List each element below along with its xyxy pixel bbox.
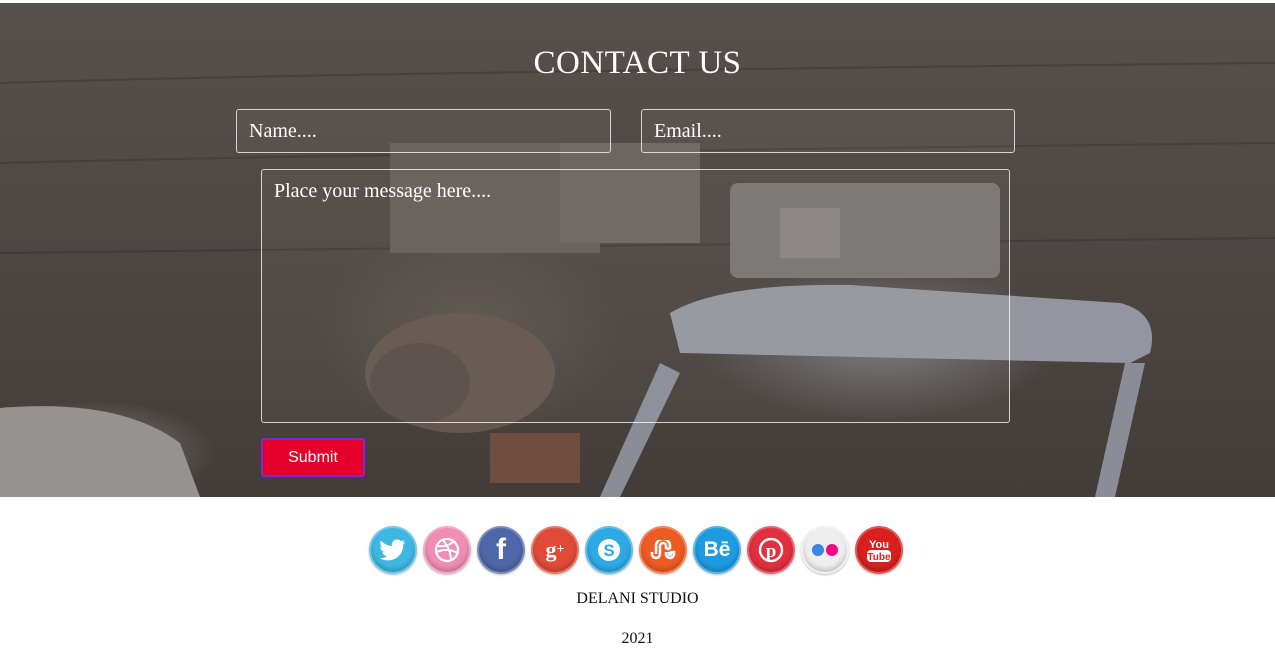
flickr-icon[interactable] [801, 526, 849, 574]
name-field[interactable] [236, 109, 611, 153]
svg-text:p: p [766, 541, 777, 562]
contact-section: CONTACT US Submit [0, 3, 1275, 497]
twitter-icon[interactable] [369, 526, 417, 574]
stumbleupon-icon[interactable] [639, 526, 687, 574]
dribbble-icon[interactable] [423, 526, 471, 574]
submit-button[interactable]: Submit [261, 438, 365, 477]
pinterest-icon[interactable]: p [747, 526, 795, 574]
svg-text:S: S [603, 541, 614, 560]
message-field[interactable] [261, 169, 1010, 423]
youtube-icon[interactable]: You Tube [855, 526, 903, 574]
svg-text:Tube: Tube [867, 552, 891, 563]
google-plus-icon[interactable]: g + [531, 526, 579, 574]
skype-icon[interactable]: S [585, 526, 633, 574]
svg-text:You: You [869, 539, 889, 551]
page-title: CONTACT US [533, 45, 742, 81]
copyright-year: 2021 [621, 630, 654, 647]
email-field[interactable] [641, 109, 1015, 153]
social-links: f g + S Bē p You Tube [369, 526, 903, 574]
facebook-icon[interactable]: f [477, 526, 525, 574]
behance-icon[interactable]: Bē [693, 526, 741, 574]
footer: f g + S Bē p You Tube DELANI STUDIO 2021 [0, 497, 1275, 667]
studio-name: DELANI STUDIO [576, 590, 699, 607]
